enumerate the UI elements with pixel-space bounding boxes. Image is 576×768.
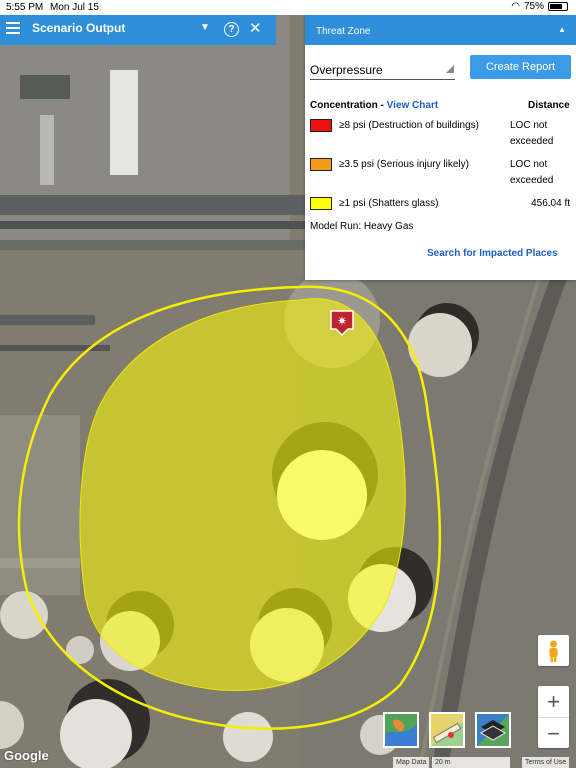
- scale-label: 20 m: [435, 759, 451, 766]
- panel-header[interactable]: Threat Zone ▲: [305, 15, 576, 45]
- view-chart-link[interactable]: View Chart: [387, 100, 439, 111]
- legend-distance: LOC not exceeded: [510, 159, 554, 186]
- create-report-button[interactable]: Create Report: [470, 55, 571, 79]
- status-bar: 5:55 PM Mon Jul 15 ◠ 75%: [0, 0, 576, 15]
- zoom-controls: + −: [538, 686, 569, 748]
- legend-label: ≥3.5 psi (Serious injury likely): [339, 159, 469, 170]
- map-scale: 20 m: [432, 757, 510, 768]
- legend-distance: 456.04 ft: [531, 198, 570, 209]
- search-impacted-places-link[interactable]: Search for Impacted Places: [427, 248, 558, 259]
- help-icon[interactable]: ?: [224, 22, 239, 37]
- map-data-link[interactable]: Map Data: [393, 757, 430, 768]
- panel-title: Threat Zone: [316, 26, 371, 37]
- zoom-in-button[interactable]: +: [538, 686, 569, 717]
- chevron-down-icon[interactable]: ▼: [200, 22, 210, 33]
- legend-label: ≥1 psi (Shatters glass): [339, 198, 439, 209]
- wifi-icon: ◠: [511, 1, 520, 12]
- legend-swatch: [310, 119, 332, 132]
- close-icon[interactable]: ✕: [249, 19, 262, 37]
- legend-swatch: [310, 197, 332, 210]
- model-run: Model Run: Heavy Gas: [310, 221, 414, 232]
- menu-icon[interactable]: [6, 22, 20, 36]
- threat-type-value: Overpressure: [310, 63, 383, 77]
- status-right: ◠ 75%: [511, 1, 568, 12]
- measure-icon[interactable]: [429, 712, 465, 748]
- legend-distance: LOC not exceeded: [510, 120, 554, 147]
- google-logo: Google: [4, 748, 49, 763]
- status-time: 5:55 PM: [6, 2, 44, 13]
- concentration-label: Concentration: [310, 100, 378, 111]
- battery-icon: [548, 2, 568, 11]
- layers-icon[interactable]: [475, 712, 511, 748]
- concentration-header: Concentration - View Chart: [310, 100, 439, 111]
- chevron-up-icon[interactable]: ▲: [558, 25, 566, 34]
- threat-type-select[interactable]: Overpressure: [310, 63, 455, 80]
- app-title: Scenario Output: [32, 21, 126, 35]
- app-bar: Scenario Output ▼ ? ✕: [0, 15, 276, 45]
- svg-text:✷: ✷: [337, 314, 347, 328]
- legend-label: ≥8 psi (Destruction of buildings): [339, 120, 479, 131]
- threat-zone-panel: Threat Zone ▲ Overpressure Create Report…: [305, 15, 576, 280]
- status-date: Mon Jul 15: [50, 2, 99, 13]
- dropdown-triangle-icon: [446, 65, 454, 73]
- terms-of-use-link[interactable]: Terms of Use: [522, 757, 570, 768]
- distance-header: Distance: [528, 100, 570, 111]
- zoom-out-button[interactable]: −: [538, 718, 569, 749]
- street-view-pegman-icon[interactable]: [538, 635, 569, 666]
- map-style-icon[interactable]: [383, 712, 419, 748]
- legend-swatch: [310, 158, 332, 171]
- battery-percent: 75%: [523, 1, 544, 12]
